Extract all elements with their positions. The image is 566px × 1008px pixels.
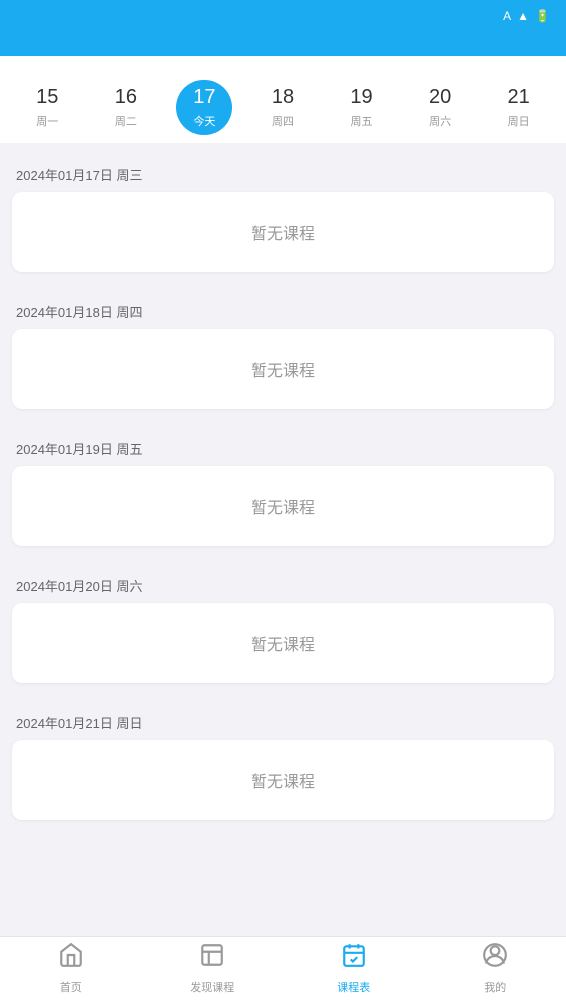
day-number: 15: [36, 86, 58, 109]
date-section-3: 2024年01月20日 周六 暂无课程: [0, 562, 566, 683]
home-icon: [58, 942, 84, 975]
date-header: 2024年01月17日 周三: [0, 151, 566, 192]
no-course-text: 暂无课程: [251, 363, 315, 380]
day-item-20[interactable]: 20 周六: [412, 80, 468, 135]
course-card: 暂无课程: [12, 603, 554, 683]
notification-icon: A: [503, 9, 511, 23]
day-label: 周六: [429, 113, 451, 129]
day-number: 16: [115, 86, 137, 109]
status-bar: A ▲ 🔋: [0, 0, 566, 32]
day-item-16[interactable]: 16 周二: [98, 80, 154, 135]
day-item-17[interactable]: 17 今天: [176, 80, 232, 135]
course-card: 暂无课程: [12, 740, 554, 820]
battery-icon: 🔋: [535, 9, 550, 23]
nav-label: 我的: [484, 979, 506, 995]
course-card: 暂无课程: [12, 192, 554, 272]
day-number: 18: [272, 86, 294, 109]
app-header: [0, 32, 566, 56]
nav-label: 首页: [60, 979, 82, 995]
schedule-icon: [341, 942, 367, 975]
no-course-text: 暂无课程: [251, 774, 315, 791]
day-label: 周四: [272, 113, 294, 129]
day-item-15[interactable]: 15 周一: [19, 80, 75, 135]
day-item-21[interactable]: 21 周日: [491, 80, 547, 135]
day-label: 周一: [36, 113, 58, 129]
date-header: 2024年01月19日 周五: [0, 425, 566, 466]
date-section-2: 2024年01月19日 周五 暂无课程: [0, 425, 566, 546]
wifi-icon: ▲: [517, 9, 529, 23]
day-item-18[interactable]: 18 周四: [255, 80, 311, 135]
date-section-0: 2024年01月17日 周三 暂无课程: [0, 151, 566, 272]
profile-icon: [482, 942, 508, 975]
week-selector: 15 周一 16 周二 17 今天 18 周四 19 周五 20 周六 21 周…: [0, 56, 566, 143]
day-number: 17: [193, 86, 215, 109]
content-area: 2024年01月17日 周三 暂无课程 2024年01月18日 周四 暂无课程 …: [0, 151, 566, 1008]
bottom-nav: 首页 发现课程 课程表 我的: [0, 936, 566, 1008]
no-course-text: 暂无课程: [251, 637, 315, 654]
date-header: 2024年01月21日 周日: [0, 699, 566, 740]
date-header: 2024年01月18日 周四: [0, 288, 566, 329]
nav-item-schedule[interactable]: 课程表: [283, 942, 425, 995]
no-course-text: 暂无课程: [251, 500, 315, 517]
nav-label: 课程表: [337, 979, 370, 995]
day-number: 21: [508, 86, 530, 109]
divider: [0, 143, 566, 151]
no-course-text: 暂无课程: [251, 226, 315, 243]
discover-icon: [199, 942, 225, 975]
nav-item-discover[interactable]: 发现课程: [142, 942, 284, 995]
day-item-19[interactable]: 19 周五: [334, 80, 390, 135]
nav-label: 发现课程: [190, 979, 234, 995]
day-number: 19: [350, 86, 372, 109]
date-header: 2024年01月20日 周六: [0, 562, 566, 603]
day-label: 今天: [193, 113, 215, 129]
nav-item-profile[interactable]: 我的: [425, 942, 566, 995]
date-section-4: 2024年01月21日 周日 暂无课程: [0, 699, 566, 820]
date-section-1: 2024年01月18日 周四 暂无课程: [0, 288, 566, 409]
day-number: 20: [429, 86, 451, 109]
course-card: 暂无课程: [12, 466, 554, 546]
days-row: 15 周一 16 周二 17 今天 18 周四 19 周五 20 周六 21 周…: [0, 80, 566, 135]
day-label: 周日: [508, 113, 530, 129]
status-icons: A ▲ 🔋: [503, 9, 550, 23]
nav-item-home[interactable]: 首页: [0, 942, 142, 995]
course-card: 暂无课程: [12, 329, 554, 409]
day-label: 周二: [115, 113, 137, 129]
day-label: 周五: [351, 113, 373, 129]
